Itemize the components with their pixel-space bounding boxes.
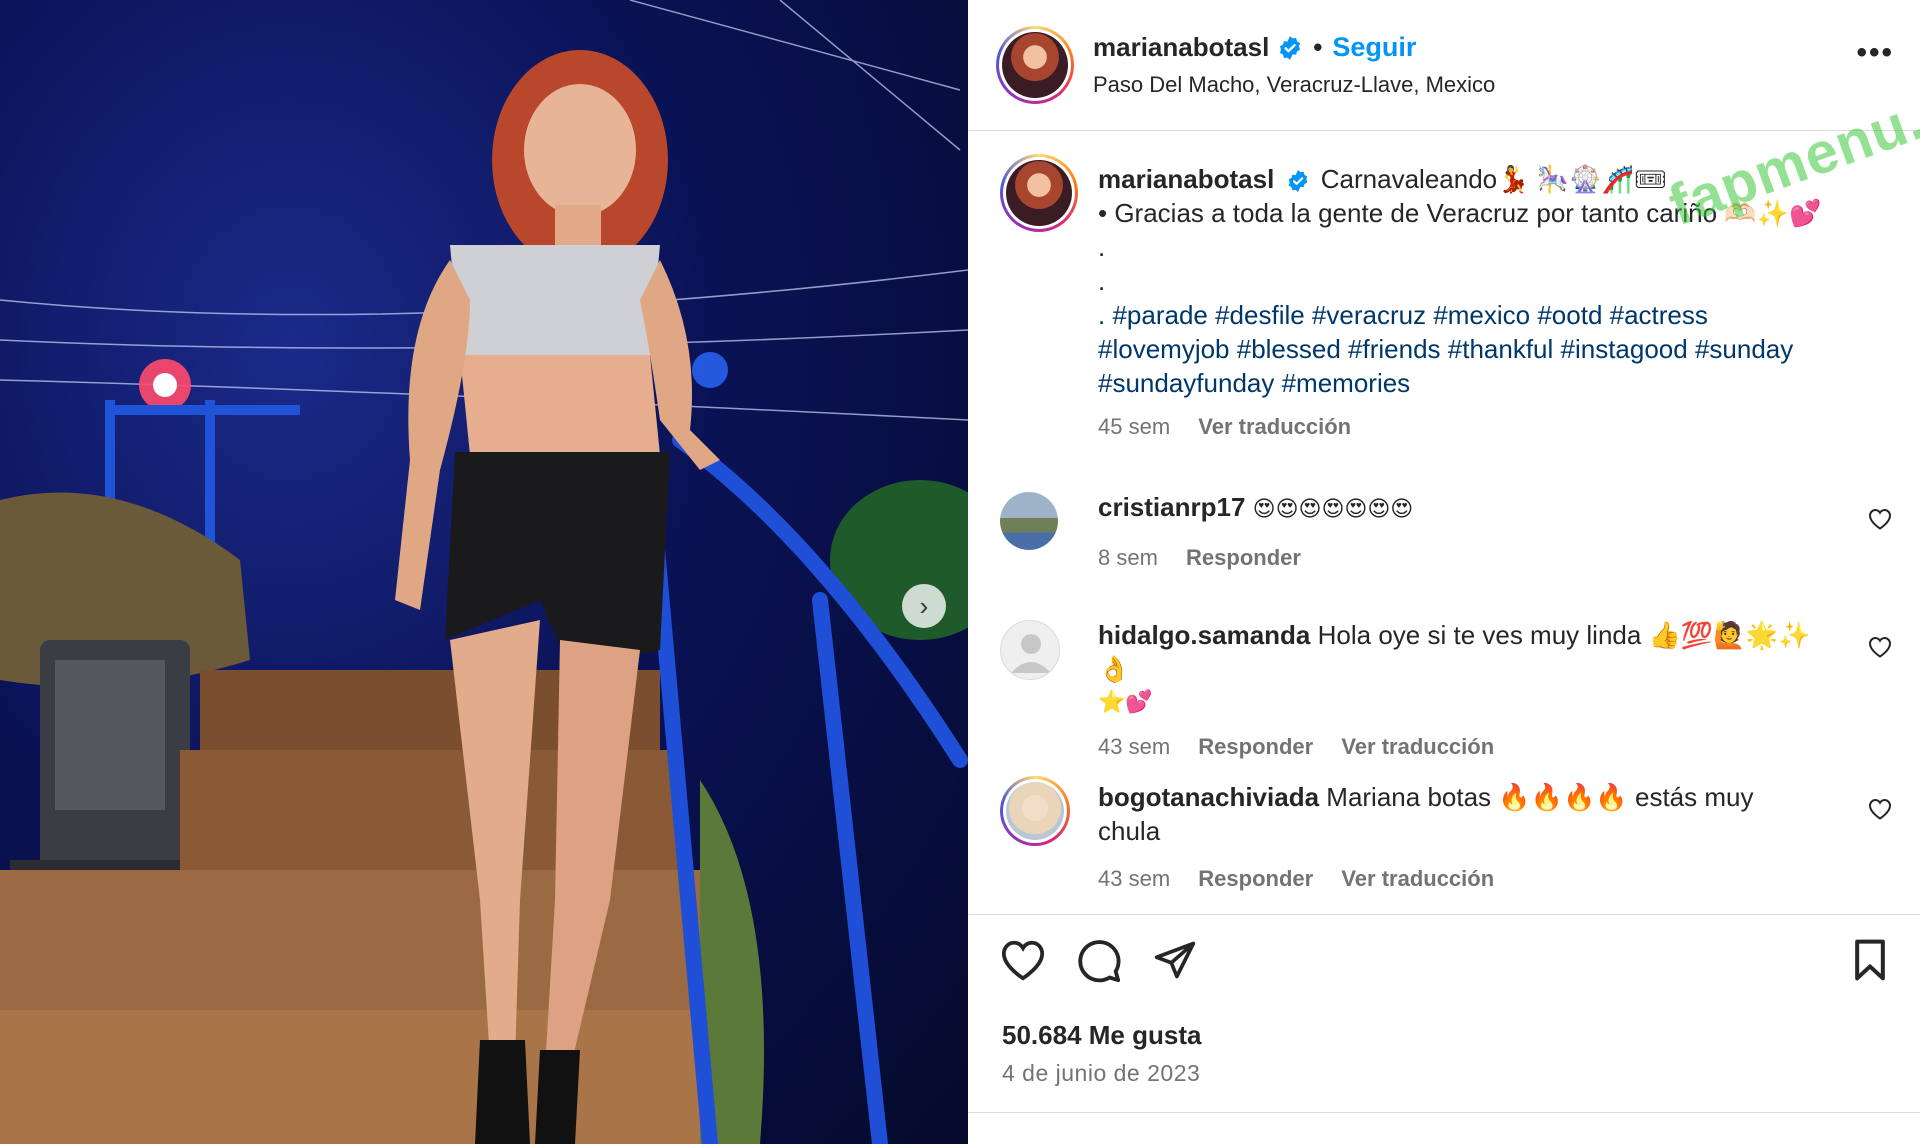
follow-button[interactable]: Seguir xyxy=(1332,32,1416,63)
divider xyxy=(968,1112,1920,1113)
more-options-icon[interactable]: ••• xyxy=(1856,36,1894,70)
separator-dot: • xyxy=(1313,32,1323,62)
default-avatar-icon xyxy=(1011,634,1051,673)
chevron-right-icon[interactable]: › xyxy=(902,584,946,628)
reply-button[interactable]: Responder xyxy=(1186,545,1301,570)
post-date: 4 de junio de 2023 xyxy=(1002,1060,1201,1086)
comment-text: 😍😍😍😍😍😍😍 xyxy=(1252,497,1414,522)
commenter-avatar[interactable] xyxy=(1000,492,1058,550)
hashtags-line-2[interactable]: #lovemyjob #blessed #friends #thankful #… xyxy=(1098,332,1888,366)
hashtags-line-1[interactable]: . #parade #desfile #veracruz #mexico #oo… xyxy=(1098,298,1888,332)
location-link[interactable]: Paso Del Macho, Veracruz-Llave, Mexico xyxy=(1093,72,1495,98)
caption-title: Carnavaleando💃 🎠🎡🎢🎟 xyxy=(1320,164,1667,194)
comment-meta: 8 sem Responder xyxy=(1098,541,1818,575)
verified-badge-icon xyxy=(1288,170,1307,193)
comment-time: 43 sem xyxy=(1098,734,1171,759)
comment-time: 8 sem xyxy=(1098,545,1158,570)
heart-icon[interactable] xyxy=(1000,938,1046,982)
post-header: marianabotasl • Seguir Paso Del Macho, V… xyxy=(968,0,1920,131)
comment-translate-button[interactable]: Ver traducción xyxy=(1341,734,1494,759)
comment-body: bogotanachiviada Mariana botas 🔥🔥🔥🔥 está… xyxy=(1098,780,1818,896)
comment-time: 43 sem xyxy=(1098,866,1171,891)
header-title-row: marianabotasl • Seguir xyxy=(1093,32,1416,63)
avatar[interactable] xyxy=(996,26,1074,104)
commenter-avatar[interactable] xyxy=(1000,776,1070,846)
comment-body: hidalgo.samanda Hola oye si te ves muy l… xyxy=(1098,618,1818,764)
comment-like-heart-icon[interactable] xyxy=(1868,508,1892,536)
comment-icon[interactable] xyxy=(1076,938,1122,984)
comment-translate-button[interactable]: Ver traducción xyxy=(1341,866,1494,891)
bookmark-icon[interactable] xyxy=(1850,938,1890,982)
username-link[interactable]: marianabotasl xyxy=(1093,32,1269,63)
hashtags-line-3[interactable]: #sundayfunday #memories xyxy=(1098,366,1888,400)
comment-body: cristianrp17 😍😍😍😍😍😍😍 8 sem Responder xyxy=(1098,490,1818,575)
caption-translate-button[interactable]: Ver traducción xyxy=(1198,414,1351,439)
action-bar xyxy=(1000,938,1890,994)
likes-count[interactable]: 50.684 Me gusta xyxy=(1002,1020,1201,1051)
reply-button[interactable]: Responder xyxy=(1198,866,1313,891)
comment-username[interactable]: cristianrp17 xyxy=(1098,492,1245,522)
caption-dot-2: . xyxy=(1098,266,1106,296)
caption-time: 45 sem xyxy=(1098,414,1171,439)
comment-username[interactable]: bogotanachiviada xyxy=(1098,782,1319,812)
comment-like-heart-icon[interactable] xyxy=(1868,798,1892,826)
comment-username[interactable]: hidalgo.samanda xyxy=(1098,620,1310,650)
reply-button[interactable]: Responder xyxy=(1198,734,1313,759)
caption-avatar[interactable] xyxy=(1000,154,1078,232)
divider xyxy=(968,914,1920,915)
share-icon[interactable] xyxy=(1152,938,1198,982)
caption-username[interactable]: marianabotasl xyxy=(1098,164,1274,194)
commenter-avatar[interactable] xyxy=(1000,620,1060,680)
caption-dot-1: . xyxy=(1098,232,1106,262)
post-photo: › xyxy=(0,0,968,1144)
caption-meta: 45 sem Ver traducción xyxy=(1098,410,1888,444)
comment-meta: 43 sem Responder Ver traducción xyxy=(1098,862,1818,896)
comment-like-heart-icon[interactable] xyxy=(1868,636,1892,664)
comment-meta: 43 sem Responder Ver traducción xyxy=(1098,730,1818,764)
verified-badge-icon xyxy=(1280,35,1301,60)
photo-illustration xyxy=(0,0,968,1144)
comment-text-line-2: ⭐💕 xyxy=(1098,690,1153,715)
